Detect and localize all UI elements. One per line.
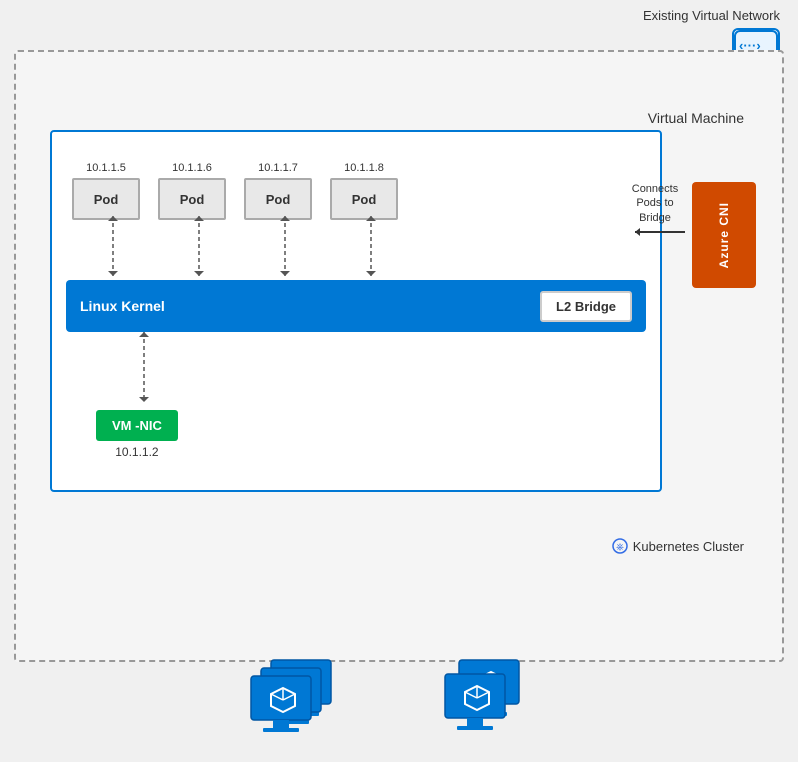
pod-item-4: 10.1.1.8 Pod — [330, 162, 398, 220]
pod-box-2: Pod — [158, 178, 226, 220]
pod-box-3: Pod — [244, 178, 312, 220]
pod-box-4: Pod — [330, 178, 398, 220]
pod-box-1: Pod — [72, 178, 140, 220]
l2-bridge-box: L2 Bridge — [540, 291, 632, 322]
pods-row: 10.1.1.5 Pod 10.1.1.6 Pod 10.1.1.7 Pod 1… — [72, 162, 398, 220]
pod-ip-2: 10.1.1.6 — [172, 162, 212, 174]
pod-arrows — [66, 216, 496, 286]
azure-cni-label: Azure CNI — [717, 202, 731, 268]
vmnic-ip: 10.1.1.2 — [115, 445, 158, 459]
azure-cni-box: Azure CNI — [692, 182, 756, 288]
bottom-monitors — [0, 658, 798, 748]
existing-virtual-network-label: Existing Virtual Network — [643, 8, 780, 23]
cni-to-l2-arrow — [630, 222, 690, 242]
pod-item-3: 10.1.1.7 Pod — [244, 162, 312, 220]
virtual-machine-box: 10.1.1.5 Pod 10.1.1.6 Pod 10.1.1.7 Pod 1… — [50, 130, 662, 492]
monitor-front-2 — [443, 672, 515, 740]
connects-pods-label: Connects Pods to Bridge — [624, 182, 686, 225]
pod-ip-1: 10.1.1.5 — [86, 162, 126, 174]
monitor-group-1 — [249, 658, 359, 748]
monitor-front-1 — [249, 674, 321, 742]
kubernetes-icon: ⎈ — [612, 538, 628, 554]
pod-ip-3: 10.1.1.7 — [258, 162, 298, 174]
virtual-network-boundary: Virtual Machine 10.1.1.5 Pod 10.1.1.6 Po… — [14, 50, 784, 662]
pod-ip-4: 10.1.1.8 — [344, 162, 384, 174]
vmnic-box: VM -NIC — [96, 410, 178, 441]
pod-item-1: 10.1.1.5 Pod — [72, 162, 140, 220]
monitor-group-2 — [439, 658, 549, 748]
linux-kernel-label: Linux Kernel — [80, 298, 165, 314]
vmnic-connect-arrows — [104, 332, 184, 412]
linux-kernel-bar: Linux Kernel L2 Bridge — [66, 280, 646, 332]
virtual-machine-label: Virtual Machine — [648, 110, 744, 126]
svg-text:⎈: ⎈ — [616, 542, 624, 553]
pod-item-2: 10.1.1.6 Pod — [158, 162, 226, 220]
diagram-container: Existing Virtual Network ‹···› Virtual M… — [0, 0, 798, 762]
kubernetes-cluster-label: ⎈ Kubernetes Cluster — [612, 538, 744, 554]
vmnic-section: VM -NIC 10.1.1.2 — [96, 410, 178, 459]
kubernetes-cluster-text: Kubernetes Cluster — [633, 539, 744, 554]
